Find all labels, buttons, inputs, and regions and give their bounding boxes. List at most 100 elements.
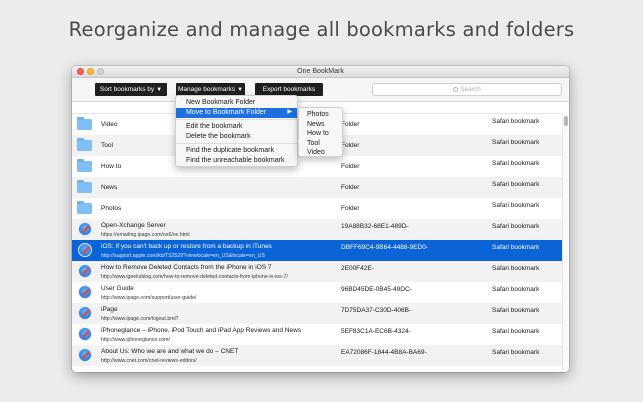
menu-item[interactable]: Find the duplicate bookmark bbox=[176, 146, 297, 156]
window-title: One BookMark bbox=[297, 68, 344, 75]
bookmark-source: Safari bookmark bbox=[492, 202, 540, 209]
menu-item[interactable]: Move to Bookmark Folder ▶ bbox=[176, 108, 297, 118]
bookmark-title: How to Remove Deleted Contacts from the … bbox=[101, 264, 272, 271]
chevron-down-icon: ▼ bbox=[237, 87, 244, 93]
vertical-scrollbar[interactable] bbox=[562, 114, 569, 372]
sort-bookmarks-label: Sort bookmarks by bbox=[99, 86, 155, 93]
bookmark-identifier: Folder bbox=[341, 142, 360, 149]
bookmark-source: Safari bookmark bbox=[492, 244, 540, 251]
safari-icon bbox=[78, 243, 92, 257]
submenu-folder-item[interactable]: Photos bbox=[299, 110, 342, 120]
bookmark-identifier: Folder bbox=[341, 205, 360, 212]
bookmark-identifier: Folder bbox=[341, 121, 360, 128]
bookmark-title: User Guide bbox=[101, 285, 134, 292]
menu-item[interactable]: Edit the bookmark bbox=[176, 122, 297, 132]
bookmark-url: http://support.apple.com/kb/TS2529?viewl… bbox=[101, 253, 265, 259]
safari-icon bbox=[78, 306, 92, 320]
bookmark-title: How to bbox=[101, 163, 122, 170]
bookmark-identifier: 5EF83C1A-EC6B-4324- bbox=[341, 328, 411, 335]
bookmark-identifier: 96BD45DE-0B45-49DC- bbox=[341, 286, 412, 293]
bookmark-row[interactable]: iPage http://www.ipage.com/logout.bml? 7D7… bbox=[72, 303, 562, 324]
bookmark-name: iPage http://www.ipage.com/logout.bml? bbox=[101, 306, 341, 323]
folder-icon bbox=[77, 159, 92, 172]
bookmark-title: About Us: Who we are and what we do – CN… bbox=[101, 348, 239, 355]
bookmark-name: Open-Xchange Server https://emailmg.ipage… bbox=[101, 222, 341, 239]
bookmark-title: iPhoneglance – iPhone, iPod Touch and iP… bbox=[101, 327, 302, 334]
bookmark-source: Safari bookmark bbox=[492, 160, 540, 167]
bookmark-title: Photos bbox=[101, 205, 122, 212]
search-field[interactable]: Search bbox=[372, 83, 562, 96]
bookmark-url: https://emailmg.ipage.com/ox6/ox.html bbox=[101, 232, 190, 238]
bookmark-row[interactable]: About Us: Who we are and what we do – CN… bbox=[72, 345, 562, 366]
bookmark-title: Open-Xchange Server bbox=[101, 222, 166, 229]
bookmark-row[interactable]: Open-Xchange Server https://emailmg.ipage… bbox=[72, 219, 562, 240]
bookmark-identifier: EA72086F-1844-4B8A-BA69- bbox=[341, 349, 427, 356]
menu-separator bbox=[176, 143, 297, 144]
bookmark-row[interactable]: iPhoneglance – iPhone, iPod Touch and iP… bbox=[72, 324, 562, 345]
menu-item[interactable]: Find the unreachable bookmark bbox=[176, 156, 297, 166]
submenu-folder-item[interactable]: Video bbox=[299, 148, 342, 158]
bookmark-source: Safari bookmark bbox=[492, 181, 540, 188]
bookmark-source: Safari bookmark bbox=[492, 286, 540, 293]
promo-headline: Reorganize and manage all bookmarks and … bbox=[68, 18, 575, 41]
bookmark-title: iPage bbox=[101, 306, 118, 313]
bookmark-name: News bbox=[101, 184, 341, 192]
bookmark-identifier: 7D75DA37-C30D-406B- bbox=[341, 307, 412, 314]
submenu-folder-item[interactable]: News bbox=[299, 120, 342, 130]
menu-item-label: Find the duplicate bookmark bbox=[186, 147, 274, 154]
safari-icon bbox=[78, 327, 92, 341]
bookmark-name: iOS: If you can't back up or restore fro… bbox=[101, 243, 341, 260]
menu-item-label: Move to Bookmark Folder bbox=[186, 109, 267, 116]
safari-icon bbox=[78, 348, 92, 362]
menu-item-label: Find the unreachable bookmark bbox=[186, 156, 285, 164]
menu-item[interactable]: New Bookmark Folder bbox=[176, 98, 297, 108]
title-bar: One BookMark bbox=[72, 66, 569, 78]
bookmark-identifier: Folder bbox=[341, 184, 360, 191]
app-window: One BookMark Sort bookmarks by ▼ Manage b… bbox=[72, 66, 569, 372]
menu-item-label: Delete the bookmark bbox=[186, 132, 251, 140]
bookmark-row[interactable]: How to Remove Deleted Contacts from the … bbox=[72, 261, 562, 282]
bookmark-source: Safari bookmark bbox=[492, 223, 540, 230]
bookmark-identifier: 19A88B32-68E1-489D- bbox=[341, 223, 409, 230]
menu-item-label: Edit the bookmark bbox=[186, 123, 243, 130]
folder-row[interactable]: How to Folder Safari bookmark bbox=[72, 156, 562, 177]
menu-separator bbox=[176, 119, 297, 120]
folder-row[interactable]: News Folder Safari bookmark bbox=[72, 177, 562, 198]
manage-bookmarks-menu: New Bookmark Folder Move to Bookmark Fold… bbox=[175, 95, 298, 167]
manage-bookmarks-label: Manage bookmarks bbox=[177, 86, 236, 93]
bookmark-row[interactable]: iOS: If you can't back up or restore fro… bbox=[72, 240, 562, 261]
bookmark-source: Safari bookmark bbox=[492, 118, 540, 125]
move-to-folder-submenu: Photos News How to Tool Video bbox=[298, 107, 343, 157]
folder-icon bbox=[77, 138, 92, 151]
bookmark-name: iPhoneglance – iPhone, iPod Touch and iP… bbox=[101, 327, 341, 344]
bookmark-url: http://www.ipage.com/logout.bml? bbox=[101, 316, 179, 322]
bookmark-identifier: 2E00F42E- bbox=[341, 265, 374, 272]
bookmark-name: User Guide http://www.ipage.com/support/u… bbox=[101, 285, 341, 302]
safari-icon bbox=[78, 264, 92, 278]
bookmark-url: http://www.igeeksblog.com/how-to-remove-… bbox=[101, 274, 288, 280]
bookmark-title: iOS: If you can't back up or restore fro… bbox=[101, 243, 272, 250]
bookmark-url: http://www.cnet.com/cnet-reviews-editors… bbox=[101, 358, 197, 364]
bookmark-source: Safari bookmark bbox=[492, 139, 540, 146]
submenu-folder-item[interactable]: Tool bbox=[299, 139, 342, 149]
folder-row[interactable]: Photos Folder Safari bookmark bbox=[72, 198, 562, 219]
sort-bookmarks-button[interactable]: Sort bookmarks by ▼ bbox=[95, 83, 167, 96]
bookmark-source: Safari bookmark bbox=[492, 328, 540, 335]
menu-item[interactable]: Delete the bookmark bbox=[176, 132, 297, 142]
bookmark-url: http://www.iphoneglance.com/ bbox=[101, 337, 170, 343]
bookmark-title: Video bbox=[101, 121, 118, 128]
submenu-folder-item[interactable]: How to bbox=[299, 129, 342, 139]
bookmark-name: How to Remove Deleted Contacts from the … bbox=[101, 264, 341, 281]
bookmark-title: Tool bbox=[101, 142, 113, 149]
bookmark-source: Safari bookmark bbox=[492, 265, 540, 272]
scrollbar-thumb[interactable] bbox=[564, 116, 568, 126]
bookmark-url: http://www.ipage.com/support/user-guide/ bbox=[101, 295, 197, 301]
toolbar: Sort bookmarks by ▼ Manage bookmarks ▼ Exp… bbox=[72, 78, 569, 102]
bookmark-identifier: DBFF69C4-9B64-4488-9ED0- bbox=[341, 244, 429, 251]
folder-icon bbox=[77, 201, 92, 214]
safari-icon bbox=[78, 222, 92, 236]
bookmark-row[interactable]: User Guide http://www.ipage.com/support/u… bbox=[72, 282, 562, 303]
folder-icon bbox=[77, 117, 92, 130]
safari-icon bbox=[78, 285, 92, 299]
search-placeholder: Search bbox=[460, 86, 481, 93]
